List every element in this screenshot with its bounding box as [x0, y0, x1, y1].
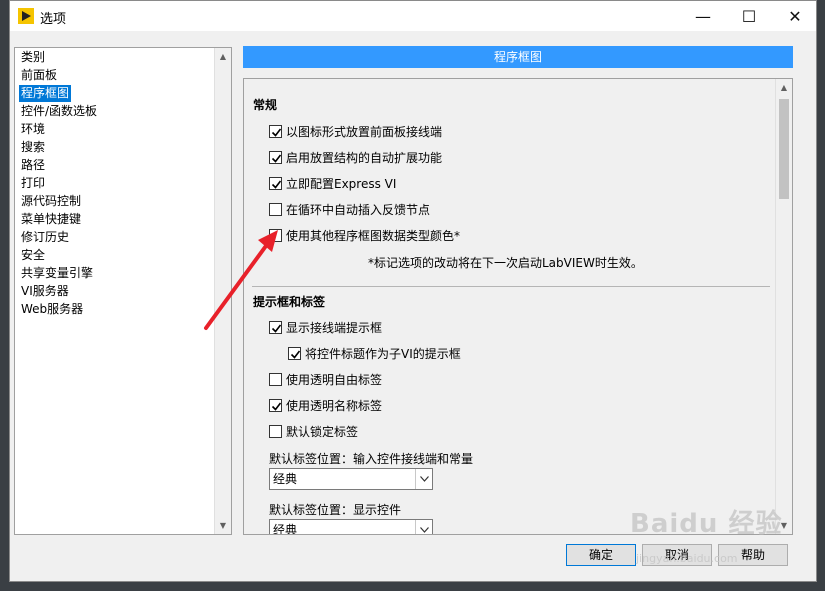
option-alternate-datatype-colors[interactable]: 使用其他程序框图数据类型颜色*: [269, 227, 460, 243]
close-button[interactable]: ✕: [772, 1, 818, 31]
category-list: 类别 前面板 程序框图 控件/函数选板 环境 搜索 路径 打印 源代码控制 菜单…: [15, 48, 215, 534]
checkbox-checked[interactable]: [269, 124, 282, 138]
option-show-terminal-tips[interactable]: 显示接线端提示框: [269, 319, 382, 335]
option-label: 使用透明自由标签: [286, 372, 383, 387]
option-auto-grow-structures[interactable]: 启用放置结构的自动扩展功能: [269, 149, 442, 165]
checkbox-unchecked[interactable]: [269, 424, 282, 438]
category-item-selected[interactable]: 程序框图: [19, 85, 72, 102]
option-transparent-free-labels[interactable]: 使用透明自由标签: [269, 371, 382, 387]
category-item[interactable]: 共享变量引擎: [19, 265, 95, 282]
category-item[interactable]: 打印: [19, 175, 47, 192]
labview-icon: [18, 8, 34, 24]
scroll-up-icon[interactable]: ▲: [776, 79, 792, 96]
checkbox-checked[interactable]: [269, 398, 282, 412]
category-item[interactable]: 安全: [19, 247, 47, 264]
option-label: 显示接线端提示框: [286, 320, 383, 335]
section-divider: [252, 286, 770, 287]
settings-scrollbar[interactable]: ▲ ▼: [775, 79, 792, 534]
window-title: 选项: [40, 12, 67, 27]
option-lock-labels-default[interactable]: 默认锁定标签: [269, 423, 358, 439]
category-item[interactable]: Web服务器: [19, 301, 85, 318]
checkmark-icon: [271, 154, 282, 163]
watermark-url: jingyan.baidu.com: [636, 552, 738, 565]
general-group-title: 常规: [253, 98, 278, 112]
category-item[interactable]: 环境: [19, 121, 47, 138]
option-label: 启用放置结构的自动扩展功能: [286, 150, 443, 165]
label-position-output-label: 默认标签位置：显示控件: [269, 503, 402, 517]
checkbox-checked[interactable]: [288, 346, 301, 360]
checkmark-icon: [271, 402, 282, 411]
option-label: 使用透明名称标签: [286, 398, 383, 413]
option-label: 默认锁定标签: [286, 424, 359, 439]
label-position-input-select[interactable]: 经典: [269, 468, 433, 490]
category-item[interactable]: 源代码控制: [19, 193, 83, 210]
option-label: 使用其他程序框图数据类型颜色*: [286, 228, 461, 243]
category-item[interactable]: 前面板: [19, 67, 59, 84]
section-title: 程序框图: [243, 46, 793, 68]
category-item[interactable]: 菜单快捷键: [19, 211, 83, 228]
category-list-panel: 类别 前面板 程序框图 控件/函数选板 环境 搜索 路径 打印 源代码控制 菜单…: [14, 47, 232, 535]
checkmark-icon: [271, 324, 282, 333]
select-value: 经典: [273, 523, 298, 535]
option-transparent-name-labels[interactable]: 使用透明名称标签: [269, 397, 382, 413]
category-item[interactable]: 路径: [19, 157, 47, 174]
category-scrollbar[interactable]: ▲ ▼: [214, 48, 231, 534]
checkbox-checked[interactable]: [269, 320, 282, 334]
option-place-terminals-as-icons[interactable]: 以图标形式放置前面板接线端: [269, 123, 442, 139]
scroll-down-icon[interactable]: ▼: [215, 517, 231, 534]
checkbox-unchecked[interactable]: [269, 228, 282, 242]
label-position-input-label: 默认标签位置：输入控件接线端和常量: [269, 452, 474, 466]
chevron-down-icon[interactable]: [415, 520, 432, 534]
checkmark-icon: [290, 350, 301, 359]
settings-panel: 常规 以图标形式放置前面板接线端 启用放置结构的自动扩展功能 立即配置Expre…: [243, 78, 793, 535]
option-label: 立即配置Express VI: [286, 176, 397, 191]
tips-group-title: 提示框和标签: [253, 295, 326, 309]
maximize-button[interactable]: ☐: [726, 1, 772, 31]
category-header: 类别: [21, 50, 46, 64]
checkmark-icon: [271, 180, 282, 189]
category-item[interactable]: 控件/函数选板: [19, 103, 99, 120]
option-label: 将控件标题作为子VI的提示框: [305, 346, 461, 361]
restart-note: *标记选项的改动将在下一次启动LabVIEW时生效。: [368, 256, 643, 270]
checkbox-checked[interactable]: [269, 150, 282, 164]
checkbox-unchecked[interactable]: [269, 372, 282, 386]
watermark-logo: Baidu 经验: [630, 509, 783, 539]
option-caption-as-subvi-tip[interactable]: 将控件标题作为子VI的提示框: [288, 345, 461, 361]
chevron-down-icon[interactable]: [415, 469, 432, 489]
scroll-up-icon[interactable]: ▲: [215, 48, 231, 65]
category-item[interactable]: 搜索: [19, 139, 47, 156]
checkmark-icon: [271, 128, 282, 137]
checkbox-unchecked[interactable]: [269, 202, 282, 216]
option-configure-express-vi[interactable]: 立即配置Express VI: [269, 175, 396, 191]
title-bar: 选项 — ☐ ✕: [10, 1, 816, 31]
minimize-button[interactable]: —: [680, 1, 726, 31]
option-label: 以图标形式放置前面板接线端: [286, 124, 443, 139]
ok-button[interactable]: 确定: [566, 544, 636, 566]
category-item[interactable]: VI服务器: [19, 283, 71, 300]
option-label: 在循环中自动插入反馈节点: [286, 202, 431, 217]
category-item[interactable]: 修订历史: [19, 229, 71, 246]
label-position-output-select[interactable]: 经典: [269, 519, 433, 535]
checkbox-checked[interactable]: [269, 176, 282, 190]
option-auto-insert-feedback-node[interactable]: 在循环中自动插入反馈节点: [269, 201, 430, 217]
select-value: 经典: [273, 472, 298, 486]
scroll-thumb[interactable]: [779, 99, 789, 199]
